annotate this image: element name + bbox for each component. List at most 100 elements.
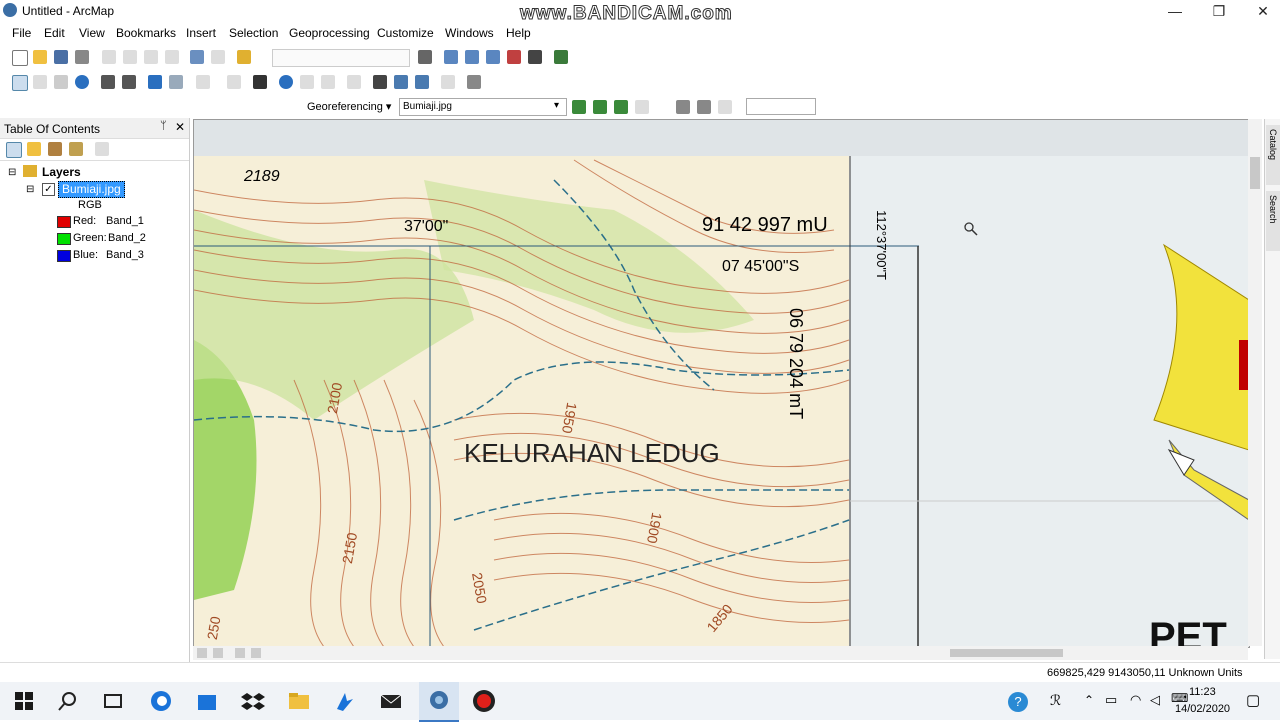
menu-file[interactable]: File — [12, 26, 31, 40]
layout-view-icon[interactable] — [197, 648, 207, 658]
catalog-tab[interactable]: Catalog — [1266, 125, 1280, 185]
layers-root[interactable]: Layers — [42, 165, 81, 179]
identify-icon[interactable] — [279, 75, 293, 89]
menu-geoprocessing[interactable]: Geoprocessing — [289, 26, 370, 40]
mail-icon[interactable] — [379, 689, 403, 713]
back-icon[interactable] — [148, 75, 162, 89]
modelbuilder-icon[interactable] — [554, 50, 568, 64]
battery-icon[interactable]: ▭ — [1105, 692, 1117, 708]
python-window-icon[interactable] — [528, 50, 542, 64]
pin-icon[interactable]: ᛘ — [160, 120, 167, 132]
menu-insert[interactable]: Insert — [186, 26, 216, 40]
pan-icon[interactable] — [54, 75, 68, 89]
search-icon[interactable] — [56, 689, 80, 713]
dropbox-icon[interactable] — [241, 689, 265, 713]
edge-icon[interactable] — [149, 689, 173, 713]
find-route-icon[interactable] — [394, 75, 408, 89]
clock-time[interactable]: 11:23 — [1189, 686, 1216, 698]
menu-windows[interactable]: Windows — [445, 26, 494, 40]
editor-icon[interactable] — [418, 50, 432, 64]
georef-input[interactable] — [746, 98, 816, 115]
reset-icon[interactable] — [718, 100, 732, 114]
add-control-points-icon[interactable] — [614, 100, 628, 114]
file-explorer-icon[interactable] — [287, 689, 311, 713]
restore-button[interactable]: ❐ — [1196, 0, 1242, 22]
open-icon[interactable] — [33, 50, 47, 64]
cut-icon[interactable] — [102, 50, 116, 64]
close-icon[interactable]: ✕ — [175, 120, 185, 134]
add-data-icon[interactable] — [237, 50, 251, 64]
menu-help[interactable]: Help — [506, 26, 531, 40]
copy-icon[interactable] — [123, 50, 137, 64]
link-table-icon[interactable] — [697, 100, 711, 114]
options-icon[interactable] — [95, 142, 109, 156]
task-view-icon[interactable] — [101, 689, 125, 713]
collapse-icon[interactable]: ⊟ — [26, 184, 34, 195]
chevron-up-icon[interactable]: ⌃ — [1084, 693, 1094, 707]
rotate-icon[interactable] — [572, 100, 586, 114]
help-icon[interactable]: ? — [1008, 692, 1028, 712]
pause-drawing-icon[interactable] — [251, 648, 261, 658]
fixed-zoom-out-icon[interactable] — [122, 75, 136, 89]
find-icon[interactable] — [373, 75, 387, 89]
clear-selection-icon[interactable] — [227, 75, 241, 89]
list-by-selection-icon[interactable] — [69, 142, 83, 156]
undo-icon[interactable] — [190, 50, 204, 64]
save-icon[interactable] — [54, 50, 68, 64]
windows-start-icon[interactable] — [12, 689, 36, 713]
viewer-icon[interactable] — [676, 100, 690, 114]
menu-selection[interactable]: Selection — [229, 26, 278, 40]
store-icon[interactable] — [195, 689, 219, 713]
scale-dropdown[interactable] — [272, 49, 410, 67]
viewer-window-icon[interactable] — [467, 75, 481, 89]
search-tab[interactable]: Search — [1266, 191, 1280, 251]
horizontal-scroll-thumb[interactable] — [950, 649, 1063, 657]
map-view[interactable]: 2189 37'00" 91 42 997 mU 07 45'00"S 06 7… — [193, 119, 1250, 648]
georeferencing-menu[interactable]: Georeferencing ▾ — [307, 100, 391, 113]
menu-edit[interactable]: Edit — [44, 26, 65, 40]
refresh-icon[interactable] — [235, 648, 245, 658]
zoom-out-icon[interactable] — [33, 75, 47, 89]
shift-icon[interactable] — [593, 100, 607, 114]
arcmap-taskbar-button[interactable] — [419, 682, 459, 722]
georef-layer-dropdown[interactable]: Bumiaji.jpg ▾ — [399, 98, 567, 116]
minimize-button[interactable]: — — [1152, 0, 1198, 22]
menu-view[interactable]: View — [79, 26, 105, 40]
delete-icon[interactable] — [165, 50, 179, 64]
full-extent-icon[interactable] — [75, 75, 89, 89]
toc-window-icon[interactable] — [444, 50, 458, 64]
search-window-icon[interactable] — [486, 50, 500, 64]
vertical-scrollbar[interactable] — [1248, 119, 1262, 646]
vertical-scroll-thumb[interactable] — [1250, 157, 1260, 189]
list-by-visibility-icon[interactable] — [48, 142, 62, 156]
clock-date[interactable]: 14/02/2020 — [1175, 703, 1230, 715]
redo-icon[interactable] — [211, 50, 225, 64]
catalog-window-icon[interactable] — [465, 50, 479, 64]
zoom-in-icon[interactable] — [12, 75, 28, 91]
arctoolbox-icon[interactable] — [507, 50, 521, 64]
hyperlink-icon[interactable] — [300, 75, 314, 89]
layer-item[interactable]: Bumiaji.jpg — [58, 181, 125, 198]
print-icon[interactable] — [75, 50, 89, 64]
select-features-icon[interactable] — [196, 75, 210, 89]
select-elements-icon[interactable] — [253, 75, 267, 89]
html-popup-icon[interactable] — [321, 75, 335, 89]
people-icon[interactable]: ℛ — [1050, 692, 1061, 709]
forward-icon[interactable] — [169, 75, 183, 89]
horizontal-scrollbar[interactable] — [193, 646, 1248, 660]
list-by-source-icon[interactable] — [27, 142, 41, 156]
list-by-drawing-order-icon[interactable] — [6, 142, 22, 158]
wifi-icon[interactable]: ◠ — [1130, 692, 1141, 708]
new-document-icon[interactable] — [12, 50, 28, 66]
select-link-icon[interactable] — [635, 100, 649, 114]
close-button[interactable]: ✕ — [1240, 0, 1280, 22]
goto-xy-icon[interactable] — [415, 75, 429, 89]
fixed-zoom-in-icon[interactable] — [101, 75, 115, 89]
collapse-icon[interactable]: ⊟ — [8, 167, 16, 178]
measure-icon[interactable] — [347, 75, 361, 89]
layer-visibility-checkbox[interactable]: ✓ — [42, 183, 55, 196]
time-slider-icon[interactable] — [441, 75, 455, 89]
menu-bookmarks[interactable]: Bookmarks — [116, 26, 176, 40]
app-shortcut-icon[interactable] — [333, 689, 357, 713]
volume-icon[interactable]: ◁ — [1150, 692, 1160, 708]
